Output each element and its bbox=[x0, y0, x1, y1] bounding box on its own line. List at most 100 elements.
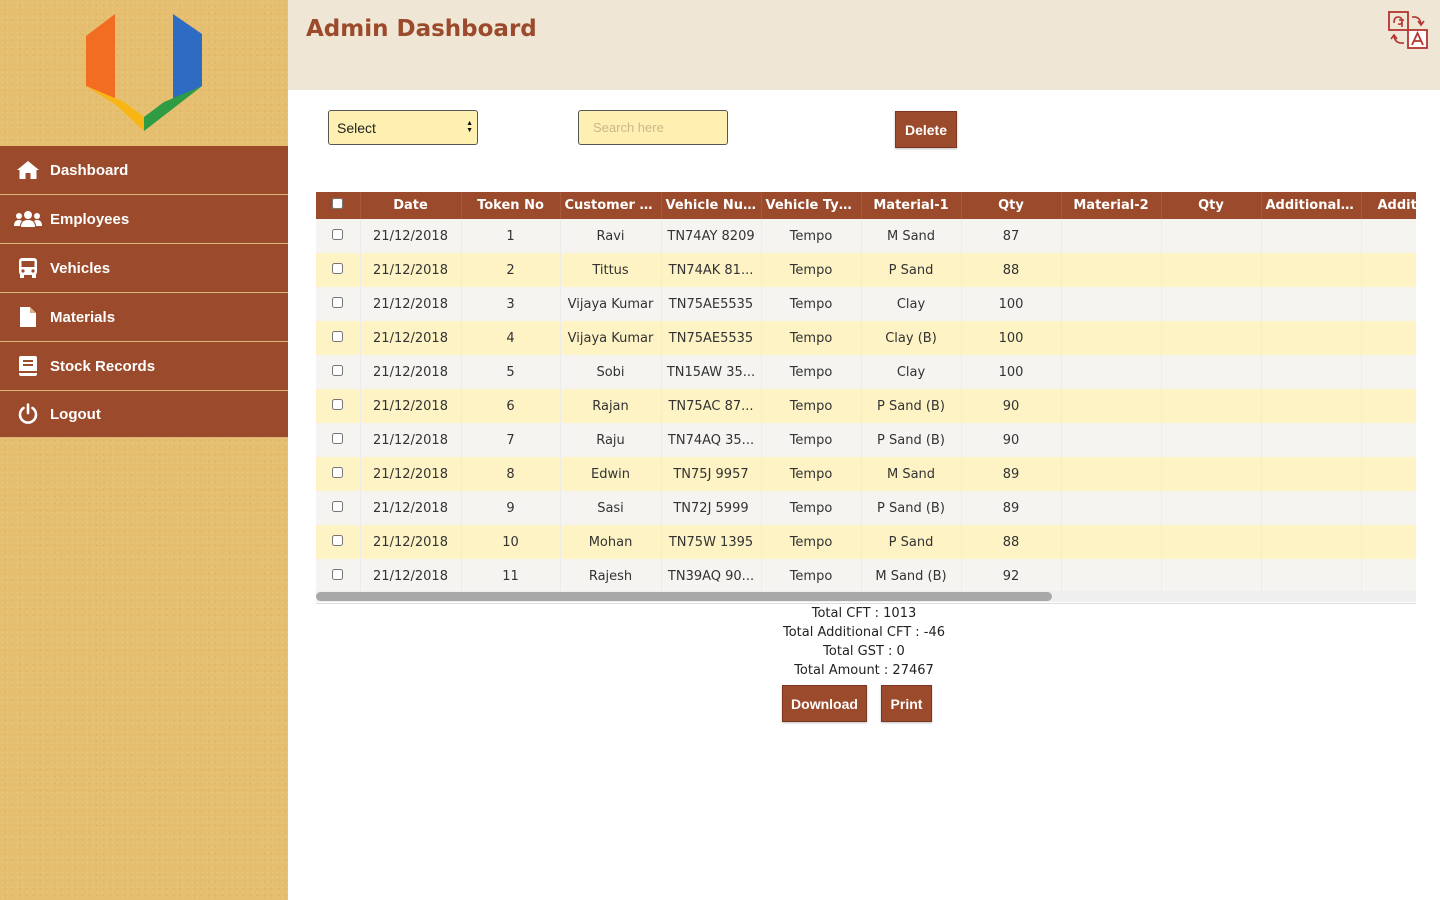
horizontal-scrollbar[interactable] bbox=[316, 591, 1416, 602]
column-header[interactable]: Date bbox=[360, 192, 462, 219]
row-checkbox[interactable] bbox=[332, 296, 344, 308]
table-cell bbox=[1061, 253, 1162, 287]
table-row[interactable]: 21/12/2018 3 Vijaya Kumar TN75AE5535 Tempo Cl… bbox=[316, 287, 1416, 321]
table-cell: Tempo bbox=[761, 457, 862, 491]
column-header[interactable]: Customer N... bbox=[560, 192, 662, 219]
table-cell: 100 bbox=[961, 287, 1062, 321]
column-header[interactable]: Additional ... bbox=[1261, 192, 1362, 219]
app-logo bbox=[84, 12, 204, 134]
row-checkbox[interactable] bbox=[332, 534, 344, 546]
sidebar-item-materials[interactable]: Materials bbox=[0, 293, 288, 342]
row-checkbox[interactable] bbox=[332, 466, 344, 478]
sidebar-item-label: Dashboard bbox=[50, 161, 129, 179]
row-select-cell bbox=[316, 389, 361, 423]
table-cell: 100 bbox=[961, 321, 1062, 355]
table-cell: TN72J 5999 bbox=[661, 491, 762, 525]
table-cell bbox=[1261, 287, 1362, 321]
table-cell bbox=[1161, 321, 1262, 355]
table-cell: 21/12/2018 bbox=[360, 491, 462, 525]
total-amount: Total Amount : 27467 bbox=[794, 663, 934, 678]
table-cell bbox=[1061, 457, 1162, 491]
table-cell bbox=[1361, 423, 1416, 457]
table-cell bbox=[1061, 525, 1162, 559]
translate-icon[interactable] bbox=[1387, 10, 1429, 50]
table-row[interactable]: 21/12/2018 11 Rajesh TN39AQ 90... Tempo M San… bbox=[316, 559, 1416, 593]
column-header[interactable]: Token No bbox=[461, 192, 561, 219]
table-row[interactable]: 21/12/2018 7 Raju TN74AQ 35... Tempo P Sand (… bbox=[316, 423, 1416, 457]
table-cell: 88 bbox=[961, 525, 1062, 559]
row-checkbox[interactable] bbox=[332, 568, 344, 580]
table-cell bbox=[1361, 287, 1416, 321]
users-icon bbox=[14, 207, 42, 231]
table-cell: TN39AQ 90... bbox=[661, 559, 762, 593]
table-row[interactable]: 21/12/2018 1 Ravi TN74AY 8209 Tempo M Sand 87 bbox=[316, 219, 1416, 253]
sidebar-item-dashboard[interactable]: Dashboard bbox=[0, 146, 288, 195]
table-row[interactable]: 21/12/2018 2 Tittus TN74AK 81... Tempo P Sand… bbox=[316, 253, 1416, 287]
row-checkbox[interactable] bbox=[332, 500, 344, 512]
records-table-container: Date Token No Customer N... Vehicle Num.… bbox=[316, 192, 1416, 604]
sidebar-item-vehicles[interactable]: Vehicles bbox=[0, 244, 288, 293]
row-checkbox[interactable] bbox=[332, 228, 344, 240]
table-cell: Vijaya Kumar bbox=[560, 287, 662, 321]
table-cell: 87 bbox=[961, 219, 1062, 253]
top-header: Admin Dashboard bbox=[288, 0, 1440, 90]
print-button[interactable]: Print bbox=[881, 685, 932, 722]
table-cell: 2 bbox=[461, 253, 561, 287]
table-cell bbox=[1161, 491, 1262, 525]
sidebar-item-label: Stock Records bbox=[50, 357, 156, 375]
table-row[interactable]: 21/12/2018 4 Vijaya Kumar TN75AE5535 Tempo Cl… bbox=[316, 321, 1416, 355]
table-row[interactable]: 21/12/2018 9 Sasi TN72J 5999 Tempo P Sand (B)… bbox=[316, 491, 1416, 525]
table-cell: 21/12/2018 bbox=[360, 219, 462, 253]
download-button[interactable]: Download bbox=[782, 685, 867, 722]
table-cell: Edwin bbox=[560, 457, 662, 491]
table-cell: 88 bbox=[961, 253, 1062, 287]
column-header[interactable]: Material-2 bbox=[1061, 192, 1162, 219]
row-checkbox[interactable] bbox=[332, 262, 344, 274]
select-arrows-icon: ▲ ▼ bbox=[466, 120, 473, 134]
sidebar-item-logout[interactable]: Logout bbox=[0, 391, 288, 438]
home-icon bbox=[14, 158, 42, 182]
table-row[interactable]: 21/12/2018 5 Sobi TN15AW 35... Tempo Clay 100 bbox=[316, 355, 1416, 389]
table-row[interactable]: 21/12/2018 6 Rajan TN75AC 87... Tempo P Sand … bbox=[316, 389, 1416, 423]
sidebar-item-stock-records[interactable]: Stock Records bbox=[0, 342, 288, 391]
table-row[interactable]: 21/12/2018 8 Edwin TN75J 9957 Tempo M Sand 89 bbox=[316, 457, 1416, 491]
table-cell bbox=[1261, 355, 1362, 389]
table-cell bbox=[1161, 457, 1262, 491]
sidebar-item-label: Logout bbox=[50, 405, 101, 423]
table-cell: M Sand bbox=[861, 457, 962, 491]
table-cell: 21/12/2018 bbox=[360, 423, 462, 457]
table-cell: Tempo bbox=[761, 287, 862, 321]
table-cell: Rajesh bbox=[560, 559, 662, 593]
table-cell: Tempo bbox=[761, 321, 862, 355]
row-select-cell bbox=[316, 491, 361, 525]
row-checkbox[interactable] bbox=[332, 330, 344, 342]
table-cell: 21/12/2018 bbox=[360, 321, 462, 355]
file-icon bbox=[14, 305, 42, 329]
table-cell bbox=[1061, 355, 1162, 389]
select-all-checkbox[interactable] bbox=[332, 198, 344, 209]
table-cell: TN74AQ 35... bbox=[661, 423, 762, 457]
filter-select[interactable]: Select ▲ ▼ bbox=[328, 110, 478, 145]
delete-button[interactable]: Delete bbox=[895, 111, 957, 148]
search-input[interactable] bbox=[578, 110, 728, 145]
sidebar-item-employees[interactable]: Employees bbox=[0, 195, 288, 244]
row-checkbox[interactable] bbox=[332, 432, 344, 444]
table-cell: TN74AY 8209 bbox=[661, 219, 762, 253]
column-header[interactable]: Addition bbox=[1361, 192, 1416, 219]
table-cell bbox=[1361, 321, 1416, 355]
row-checkbox[interactable] bbox=[332, 398, 344, 410]
total-gst: Total GST : 0 bbox=[823, 644, 905, 659]
sidebar-item-label: Materials bbox=[50, 308, 116, 326]
table-cell bbox=[1361, 389, 1416, 423]
row-checkbox[interactable] bbox=[332, 364, 344, 376]
column-header[interactable]: Material-1 bbox=[861, 192, 962, 219]
row-select-cell bbox=[316, 559, 361, 593]
column-header[interactable]: Qty bbox=[961, 192, 1062, 219]
table-row[interactable]: 21/12/2018 10 Mohan TN75W 1395 Tempo P Sand 88 bbox=[316, 525, 1416, 559]
table-cell: 1 bbox=[461, 219, 561, 253]
table-cell: 90 bbox=[961, 389, 1062, 423]
scrollbar-thumb[interactable] bbox=[316, 592, 1052, 601]
column-header[interactable]: Vehicle Type bbox=[761, 192, 862, 219]
column-header[interactable]: Vehicle Num... bbox=[661, 192, 762, 219]
column-header[interactable]: Qty bbox=[1161, 192, 1262, 219]
